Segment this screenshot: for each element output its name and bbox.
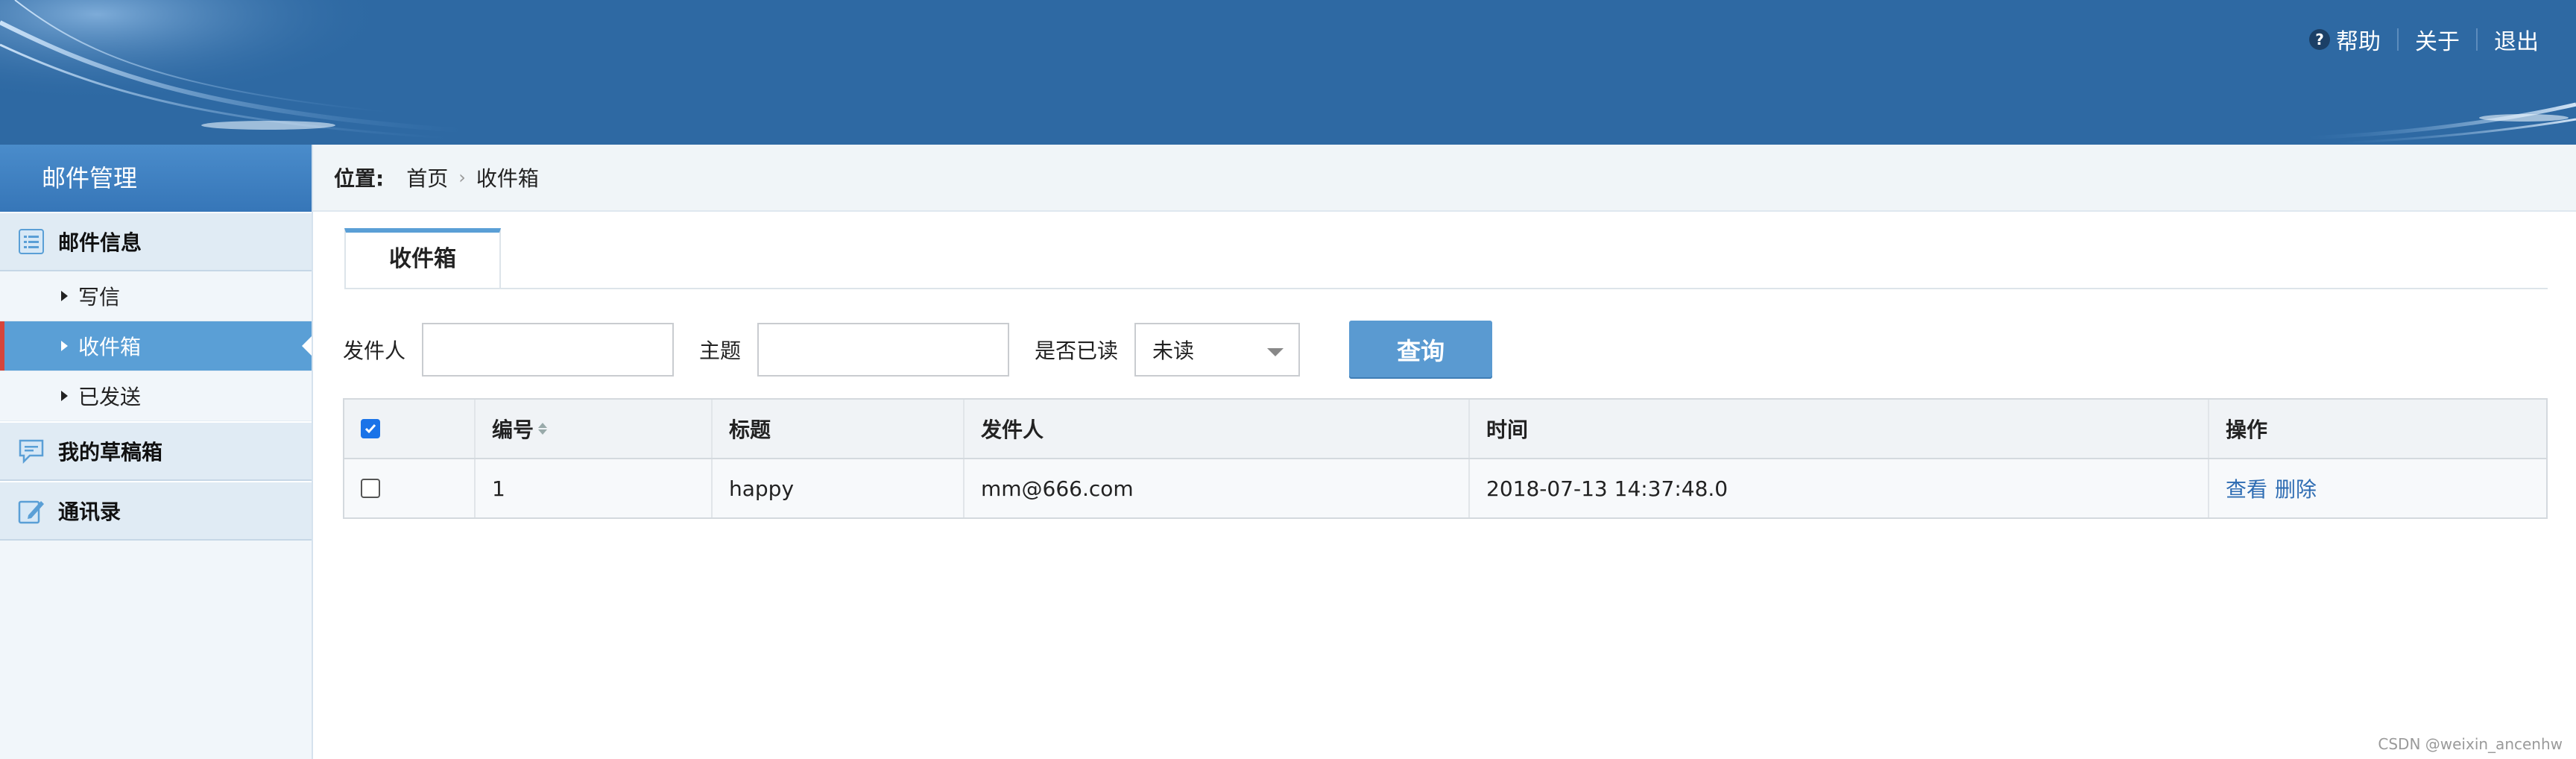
column-header-actions: 操作	[2209, 400, 2546, 458]
main-content: 位置: 首页 › 收件箱 收件箱 发件人 主题 是否已读 未读 查询 编号 标题…	[313, 145, 2576, 759]
top-header: ? 帮助 关于 退出	[0, 0, 2576, 145]
read-status-value: 未读	[1152, 338, 1195, 363]
cell-time: 2018-07-13 14:37:48.0	[1470, 459, 2209, 517]
breadcrumb-prefix: 位置:	[334, 166, 385, 191]
sidebar-title: 邮件管理	[0, 145, 312, 212]
header-decoration-left	[0, 0, 484, 145]
table-header-row: 编号 标题 发件人 时间 操作	[344, 400, 2546, 459]
column-header-label: 发件人	[981, 418, 1044, 442]
caret-right-icon	[61, 291, 68, 301]
mail-table: 编号 标题 发件人 时间 操作 1 happy mm@666.com 2018-…	[343, 398, 2548, 519]
cell-title: happy	[713, 459, 965, 517]
breadcrumb-home[interactable]: 首页	[406, 163, 448, 192]
sort-icon	[538, 423, 548, 435]
subject-label: 主题	[699, 338, 742, 363]
column-header-label: 操作	[2226, 418, 2268, 442]
sender-input[interactable]	[422, 323, 675, 377]
help-label: 帮助	[2336, 29, 2381, 55]
breadcrumb: 位置: 首页 › 收件箱	[313, 145, 2576, 212]
view-link[interactable]: 查看	[2226, 473, 2267, 503]
chevron-right-icon: ›	[458, 167, 466, 188]
cell-actions: 查看 删除	[2209, 459, 2546, 517]
about-link[interactable]: 关于	[2415, 23, 2460, 56]
column-header-title: 标题	[713, 400, 965, 458]
chat-icon	[18, 438, 45, 464]
column-header-sender: 发件人	[965, 400, 1470, 458]
column-header-label: 时间	[1486, 418, 1529, 442]
select-all-checkbox[interactable]	[361, 419, 380, 438]
logout-link[interactable]: 退出	[2494, 23, 2539, 56]
tab-inbox[interactable]: 收件箱	[344, 228, 501, 288]
sidebar-group-contacts[interactable]: 通讯录	[0, 481, 312, 541]
question-icon: ?	[2309, 29, 2330, 50]
chevron-down-icon	[1267, 348, 1284, 356]
delete-link[interactable]: 删除	[2275, 473, 2317, 503]
sidebar-item-inbox[interactable]: 收件箱	[0, 321, 312, 371]
query-button[interactable]: 查询	[1349, 321, 1493, 379]
cell-id: 1	[476, 459, 713, 517]
sidebar-item-write[interactable]: 写信	[0, 271, 312, 321]
caret-right-icon	[61, 341, 68, 351]
link-divider	[2397, 28, 2399, 51]
cell-sender: mm@666.com	[965, 459, 1470, 517]
sender-label: 发件人	[343, 338, 406, 363]
sidebar-group-drafts[interactable]: 我的草稿箱	[0, 421, 312, 481]
column-header-id[interactable]: 编号	[476, 400, 713, 458]
link-divider	[2476, 28, 2478, 51]
table-row: 1 happy mm@666.com 2018-07-13 14:37:48.0…	[344, 459, 2546, 517]
help-link[interactable]: ? 帮助	[2309, 23, 2381, 56]
edit-icon	[18, 497, 45, 524]
read-status-select[interactable]: 未读	[1134, 323, 1301, 377]
breadcrumb-current: 收件箱	[476, 166, 539, 191]
subject-input[interactable]	[757, 323, 1010, 377]
row-checkbox[interactable]	[361, 479, 380, 498]
sidebar-item-sent[interactable]: 已发送	[0, 371, 312, 421]
caret-right-icon	[61, 391, 68, 401]
tab-bar: 收件箱	[344, 228, 2548, 289]
read-status-label: 是否已读	[1035, 338, 1119, 363]
sidebar-item-label: 收件箱	[78, 335, 142, 359]
top-links: ? 帮助 关于 退出	[2309, 21, 2539, 58]
list-icon	[18, 228, 45, 255]
sidebar-item-label: 写信	[78, 285, 121, 309]
sidebar-group-label: 通讯录	[58, 500, 121, 524]
sidebar-item-label: 已发送	[78, 385, 142, 409]
sidebar-group-label: 邮件信息	[58, 230, 142, 255]
column-header-label: 编号	[492, 418, 534, 442]
filter-bar: 发件人 主题 是否已读 未读 查询	[343, 321, 1493, 379]
sidebar-group-mail-info[interactable]: 邮件信息	[0, 212, 312, 271]
header-select-cell	[344, 400, 476, 458]
row-select-cell	[344, 459, 476, 517]
column-header-time: 时间	[1470, 400, 2209, 458]
sidebar-group-label: 我的草稿箱	[58, 440, 163, 464]
column-header-label: 标题	[729, 418, 771, 442]
sidebar: 邮件管理 邮件信息 写信 收件箱 已发送 我的草稿箱 通讯录	[0, 145, 313, 759]
watermark: CSDN @weixin_ancenhw	[2378, 735, 2563, 753]
